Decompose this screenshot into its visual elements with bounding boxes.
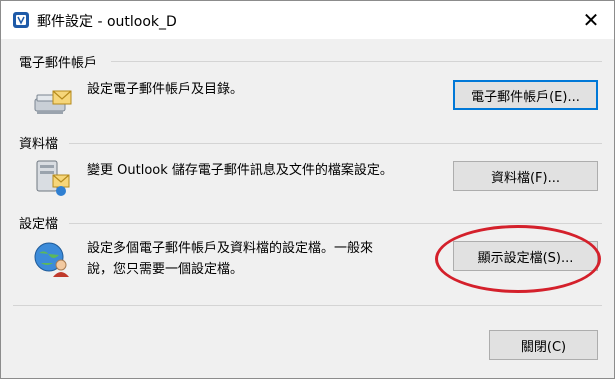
section-desc-profiles-line1: 設定多個電子郵件帳戶及資料檔的設定檔。一般來 (87, 241, 374, 256)
mail-setup-dialog: 郵件設定 - outlook_D ✕ 電子郵件帳戶 設定電子郵件帳戶及目錄。 電… (0, 0, 615, 379)
section-desc-data-files: 變更 Outlook 儲存電子郵件訊息及文件的檔案設定。 (87, 163, 393, 178)
section-divider (69, 143, 602, 144)
email-accounts-button[interactable]: 電子郵件帳戶(E)... (453, 80, 598, 110)
mail-app-icon (13, 12, 29, 28)
section-label-data-files: 資料檔 (19, 137, 59, 152)
footer-divider (13, 305, 602, 306)
data-files-button[interactable]: 資料檔(F)... (453, 161, 598, 191)
section-desc-email-accounts: 設定電子郵件帳戶及目錄。 (87, 82, 244, 97)
section-desc-profiles-line2: 說，您只需要一個設定檔。 (87, 262, 244, 277)
section-divider (69, 223, 602, 224)
window-title: 郵件設定 - outlook_D (37, 14, 177, 30)
show-profiles-button[interactable]: 顯示設定檔(S)... (453, 241, 598, 271)
close-icon[interactable]: ✕ (568, 1, 614, 39)
data-file-icon (36, 160, 70, 196)
section-divider (111, 61, 602, 62)
section-label-profiles: 設定檔 (19, 217, 59, 232)
close-button[interactable]: 關閉(C) (489, 330, 598, 360)
profile-globe-icon (34, 242, 69, 277)
email-envelope-icon (34, 90, 72, 114)
title-bar: 郵件設定 - outlook_D ✕ (1, 1, 614, 39)
section-label-email-accounts: 電子郵件帳戶 (19, 56, 98, 71)
